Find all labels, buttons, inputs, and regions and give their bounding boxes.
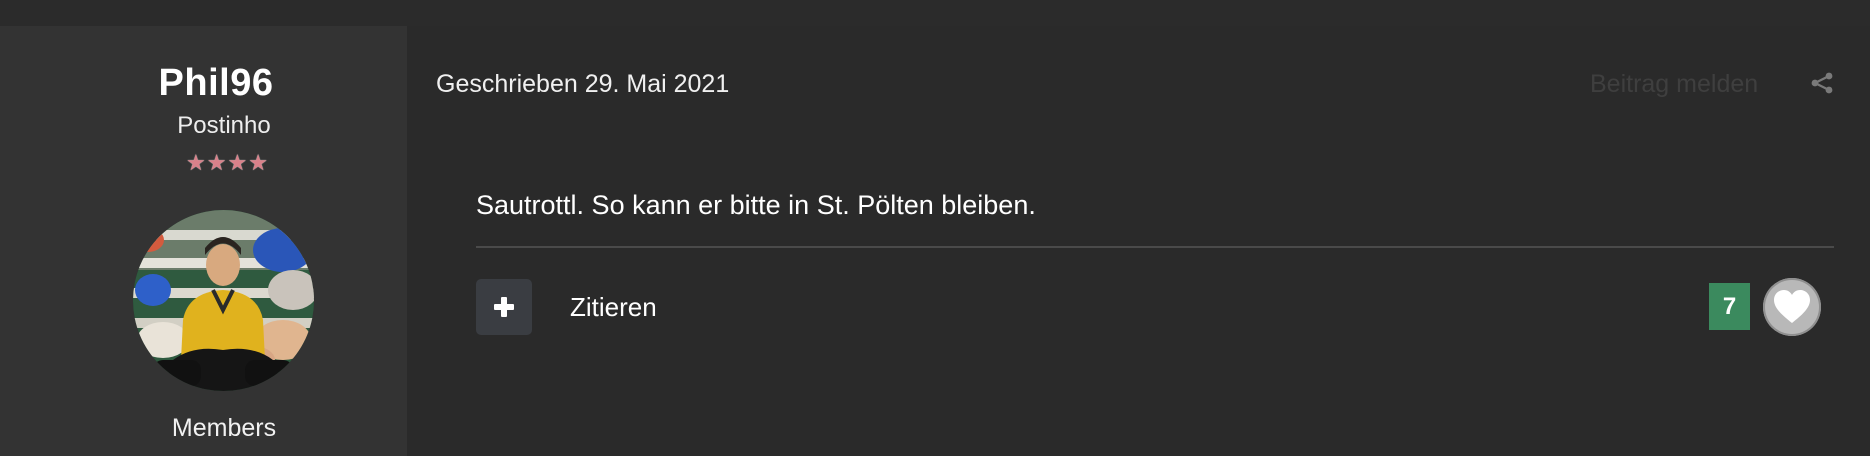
plus-icon — [494, 297, 514, 317]
reaction-count-badge[interactable]: 7 — [1709, 283, 1750, 330]
author-rank: Postinho — [177, 112, 271, 139]
quote-button[interactable]: Zitieren — [570, 292, 657, 323]
rank-star-icon: ★ — [186, 150, 206, 175]
rank-star-icon: ★ — [206, 150, 227, 175]
post-divider — [476, 246, 1834, 248]
top-bar — [0, 0, 1870, 26]
avatar-image — [133, 210, 314, 391]
reaction-button[interactable] — [1763, 278, 1821, 336]
avatar[interactable] — [133, 210, 314, 391]
report-post-link[interactable]: Beitrag melden — [1590, 70, 1758, 99]
multiquote-button[interactable] — [476, 279, 532, 335]
share-icon[interactable] — [1810, 71, 1834, 95]
post-content: Sautrottl. So kann er bitte in St. Pölte… — [476, 190, 1036, 220]
rank-star-icon: ★ — [248, 150, 268, 175]
heart-icon — [1774, 290, 1810, 323]
rank-star-icon: ★ — [227, 150, 248, 175]
author-group: Members — [171, 414, 277, 442]
author-username[interactable]: Phil96 — [0, 62, 432, 105]
rank-stars: ★ ★ ★ ★ — [186, 152, 268, 174]
post-date[interactable]: Geschrieben 29. Mai 2021 — [436, 70, 729, 99]
